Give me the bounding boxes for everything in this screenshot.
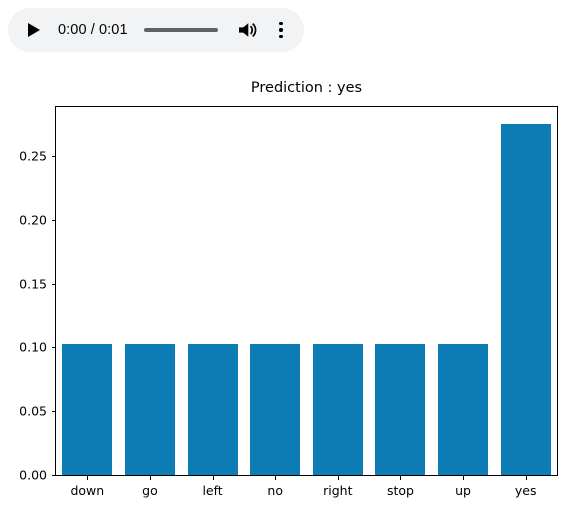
y-tick-mark [51,475,56,476]
x-tick-label-right: right [323,483,353,498]
bar-no [250,343,301,475]
y-tick-label: 0.15 [19,276,47,292]
x-tick-mark [275,475,277,480]
bar-right [312,343,363,475]
bar-up [438,343,489,475]
bar-left [187,343,238,475]
x-tick-mark [525,475,527,480]
bar-go [124,343,175,475]
audio-progress-slider[interactable] [143,23,218,37]
x-tick-label-stop: stop [386,483,414,498]
more-vertical-icon-dot-2 [279,28,283,32]
more-options-button[interactable] [272,19,290,41]
y-tick-label: 0.20 [19,212,47,228]
x-tick-label-go: go [142,483,158,498]
bar-down [62,343,113,475]
bar-slot [369,107,432,475]
y-tick-label: 0.00 [19,467,47,483]
play-icon [28,23,40,37]
bar-slot [244,107,307,475]
y-tick-label: 0.25 [19,148,47,164]
prediction-bar-chart: Prediction : yes 0.00 0.05 0.10 0.15 0.20 0.2… [0,56,583,508]
x-tick-mark [400,475,402,480]
bar-stop [375,343,426,475]
y-tick-label: 0.10 [19,339,47,355]
x-tick-mark [463,475,465,480]
bar-slot [56,107,119,475]
bar-slot [307,107,370,475]
bar-slot [432,107,495,475]
bar-yes [500,124,551,475]
volume-button[interactable] [236,19,258,41]
x-tick-mark [87,475,89,480]
x-tick-label-left: left [202,483,223,498]
chart-title: Prediction : yes [250,80,363,96]
y-tick-label: 0.05 [19,403,47,419]
x-tick-mark [149,475,151,480]
bar-slot [119,107,182,475]
bar-slot [181,107,244,475]
bars-container [56,107,557,475]
audio-player[interactable]: 0:00 / 0:01 [8,8,304,52]
play-button[interactable] [26,21,42,39]
x-tick-label-down: down [70,483,105,498]
volume-high-icon [238,22,256,38]
bar-slot [494,107,557,475]
more-vertical-icon-dot-3 [279,34,283,39]
x-tick-label-yes: yes [514,483,537,498]
more-vertical-icon-dot-1 [279,21,283,26]
x-tick-label-no: no [267,483,283,498]
x-tick-mark [212,475,214,480]
audio-progress-track [143,28,218,32]
plot-area: 0.00 0.05 0.10 0.15 0.20 0.25 down go left no rig… [19,106,558,498]
audio-time-display: 0:00 / 0:01 [58,22,128,38]
x-tick-label-up: up [455,483,471,498]
x-tick-mark [337,475,339,480]
